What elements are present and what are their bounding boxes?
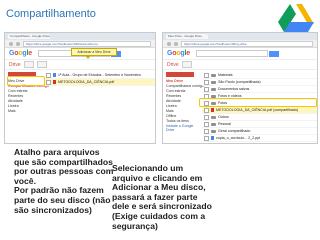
address-input[interactable]: https://drive.google.com/?authuser=0#sha…: [23, 40, 151, 47]
file-row[interactable]: Pessoal: [202, 121, 317, 128]
row-checkbox[interactable]: [204, 86, 209, 92]
google-bar: Google: [163, 48, 317, 60]
file-row[interactable]: Documentos salvos: [202, 86, 317, 93]
install-drive-link[interactable]: Instalar o Google Drive: [166, 124, 196, 133]
browser-urlbar: https://drive.google.com/?authuser=0#sha…: [5, 40, 155, 48]
search-input[interactable]: [195, 50, 268, 57]
file-row[interactable]: São Paulo (compartilhada): [202, 79, 317, 86]
app-label: Drive: [167, 61, 179, 68]
google-logo: Google: [9, 50, 32, 57]
add-to-my-drive-button[interactable]: Adicionar a Meu Drive: [71, 48, 117, 56]
address-input[interactable]: https://drive.google.com/?authuser=0#my-…: [181, 40, 313, 47]
row-checkbox[interactable]: [204, 114, 209, 120]
row-checkbox[interactable]: [46, 72, 51, 78]
folder-icon: [211, 129, 216, 133]
drive-appbar: Drive: [5, 60, 155, 70]
app-label: Drive: [9, 61, 21, 68]
row-checkbox[interactable]: [204, 79, 209, 85]
toolbar-button[interactable]: [23, 61, 34, 68]
pdf-icon: [211, 108, 214, 112]
browser-tabbar: Compartilhado - Google Drive: [5, 33, 155, 40]
folder-icon: [211, 73, 216, 77]
folder-icon: [211, 115, 216, 119]
row-checkbox[interactable]: [204, 128, 209, 134]
file-row[interactable]: Outros: [202, 114, 317, 121]
popup-arrow: [85, 55, 91, 59]
row-checkbox[interactable]: [204, 72, 209, 78]
file-list: 1ª Aula - Grupo de Estudos - Setembro e …: [44, 70, 155, 114]
sidebar-item[interactable]: Mais: [8, 109, 44, 114]
file-name: METODOLOGIA_DA_CIÊNCIA.pdf (compartilhad…: [216, 108, 299, 112]
file-row-selected[interactable]: METODOLOGIA_DA_CIÊNCIA.pdf: [44, 79, 155, 86]
pdf-icon: [53, 80, 56, 84]
forward-icon[interactable]: [16, 41, 20, 46]
file-name: São Paulo (compartilhada): [218, 80, 261, 84]
caption-add-to-drive: Selecionando um arquivo e clicando em Ad…: [112, 163, 212, 231]
file-name: Geral compartilhado: [218, 129, 251, 133]
document-icon: [53, 73, 56, 77]
back-icon[interactable]: [167, 41, 171, 46]
forward-icon[interactable]: [174, 41, 178, 46]
file-highlight: [199, 98, 317, 107]
file-row[interactable]: Materiais: [202, 72, 317, 79]
search-button[interactable]: [268, 50, 279, 57]
create-button[interactable]: [166, 72, 194, 77]
row-checkbox[interactable]: [204, 121, 209, 127]
row-checkbox[interactable]: [46, 79, 51, 85]
sidebar-highlight: [7, 76, 45, 86]
file-name: copia_o_curriculo... 2_2.ppt: [216, 136, 261, 140]
toolbar-button[interactable]: [36, 61, 47, 68]
file-name: Outros: [218, 115, 229, 119]
browser-tab[interactable]: Meu Drive - Google Drive: [166, 34, 208, 39]
file-name: Pessoal: [218, 122, 231, 126]
file-row[interactable]: 1ª Aula - Grupo de Estudos - Setembro e …: [44, 72, 155, 79]
file-name: Materiais: [218, 73, 233, 77]
google-logo: Google: [167, 50, 190, 57]
browser-tabbar: Meu Drive - Google Drive: [163, 33, 317, 40]
file-name: METODOLOGIA_DA_CIÊNCIA.pdf: [58, 80, 115, 84]
row-checkbox[interactable]: [204, 107, 209, 113]
browser-tab[interactable]: Compartilhado - Google Drive: [8, 34, 50, 39]
drive-appbar: Drive: [163, 60, 317, 70]
folder-icon: [211, 87, 216, 91]
folder-icon: [211, 122, 216, 126]
back-icon[interactable]: [9, 41, 13, 46]
document-icon: [211, 136, 214, 140]
toolbar-button[interactable]: [181, 61, 192, 68]
file-name: 1ª Aula - Grupo de Estudos - Setembro e …: [58, 73, 141, 77]
left-screenshot: Compartilhado - Google Drive https://dri…: [4, 32, 156, 144]
browser-urlbar: https://drive.google.com/?authuser=0#my-…: [163, 40, 317, 48]
google-drive-logo-icon: [278, 4, 314, 32]
file-row-selected[interactable]: METODOLOGIA_DA_CIÊNCIA.pdf (compartilhad…: [202, 107, 317, 114]
drive-sidebar: Meu Drive Compartilhados comigo Com estr…: [163, 70, 204, 142]
file-row[interactable]: Geral compartilhado: [202, 128, 317, 135]
file-name: Documentos salvos: [218, 87, 250, 91]
right-screenshot: Meu Drive - Google Drive https://drive.g…: [162, 32, 318, 144]
file-row[interactable]: copia_o_curriculo... 2_2.ppt: [202, 135, 317, 142]
row-checkbox[interactable]: [204, 135, 209, 141]
slide-title: Compartilhamento: [6, 8, 96, 20]
folder-icon: [211, 80, 216, 84]
